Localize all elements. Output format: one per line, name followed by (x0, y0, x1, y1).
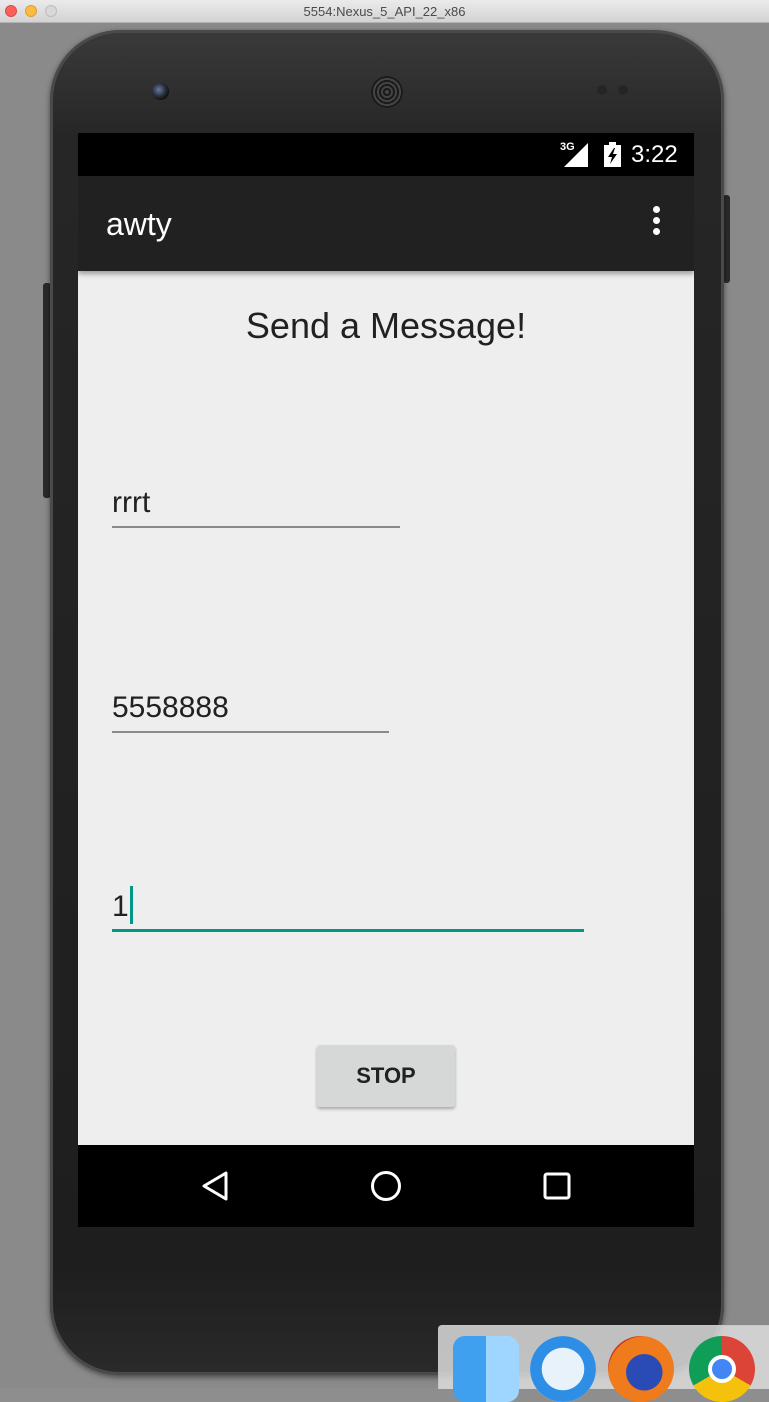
chrome-icon[interactable] (689, 1336, 755, 1402)
battery-charging-icon (604, 142, 621, 167)
front-camera-icon (152, 83, 169, 100)
page-title: Send a Message! (245, 305, 527, 346)
proximity-sensor-icon (597, 85, 607, 95)
emulator-titlebar: 5554:Nexus_5_API_22_x86 (0, 0, 769, 23)
speaker-grille-icon (371, 76, 403, 108)
recents-icon[interactable] (537, 1166, 577, 1206)
safari-icon[interactable] (530, 1336, 596, 1402)
phone-number-input[interactable]: 5558888 (112, 691, 389, 733)
chrome-icon-center (708, 1355, 736, 1383)
phone-number-input-underline (112, 731, 389, 733)
status-bar: 3G 3:22 (78, 133, 694, 176)
more-vert-icon[interactable] (646, 206, 666, 242)
status-time: 3:22 (631, 141, 678, 168)
app-toolbar: awty (78, 176, 694, 271)
finder-icon[interactable] (453, 1336, 519, 1402)
message-input-underline (112, 526, 400, 528)
interval-input[interactable]: 1 (112, 886, 584, 932)
phone-screen: 3G 3:22 awty Send a Message! rrrt 555888… (78, 133, 694, 1227)
stop-button[interactable]: STOP (317, 1045, 455, 1107)
interval-input-value: 1 (112, 890, 129, 923)
window-title: 5554:Nexus_5_API_22_x86 (303, 4, 466, 19)
back-icon[interactable] (196, 1166, 236, 1206)
message-input[interactable]: rrrt (112, 486, 400, 528)
signal-strength-icon (564, 143, 588, 167)
app-title: awty (106, 206, 172, 242)
light-sensor-icon (618, 85, 628, 95)
interval-input-underline (112, 929, 584, 932)
macos-dock (438, 1325, 769, 1402)
message-input-value: rrrt (112, 486, 151, 519)
home-icon[interactable] (366, 1166, 406, 1206)
navigation-bar (78, 1145, 694, 1227)
text-cursor (129, 886, 133, 924)
firefox-icon[interactable] (608, 1336, 674, 1402)
interval-input-content: 1 (112, 886, 133, 924)
power-button[interactable] (723, 195, 730, 283)
phone-number-input-value: 5558888 (112, 691, 229, 724)
